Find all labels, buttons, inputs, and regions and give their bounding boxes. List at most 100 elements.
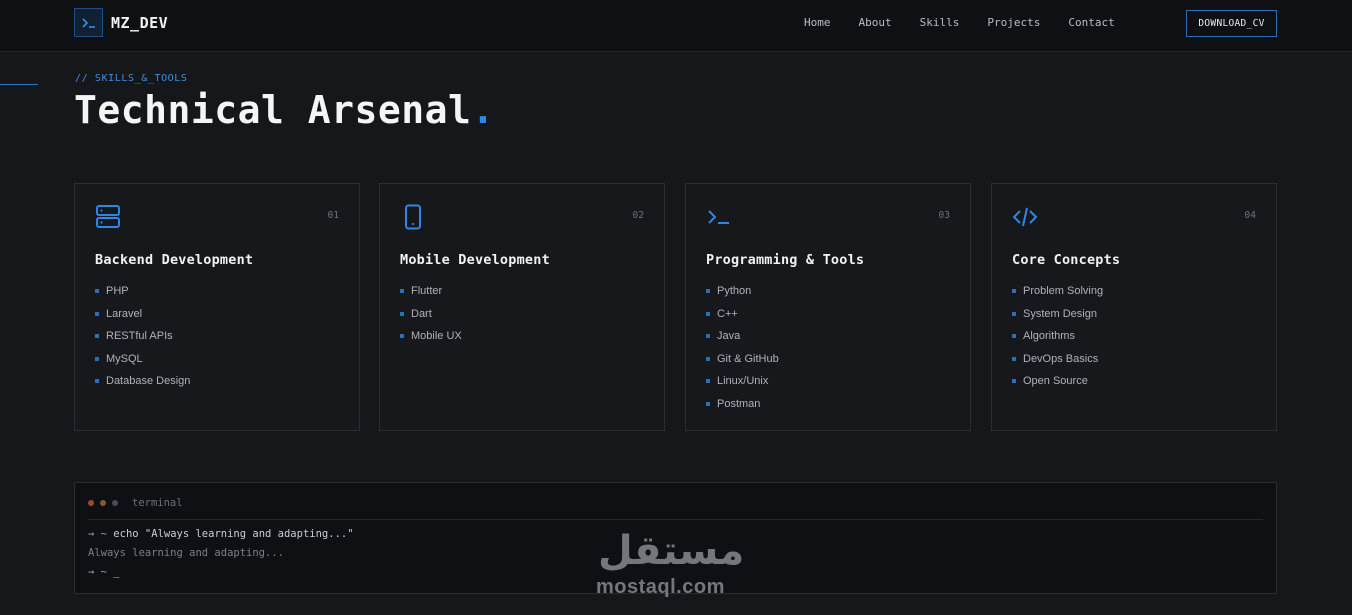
skill-item: Laravel bbox=[95, 308, 190, 331]
skill-label: System Design bbox=[1023, 307, 1097, 320]
skill-label: Algorithms bbox=[1023, 330, 1075, 342]
skill-item: RESTful APIs bbox=[95, 330, 190, 353]
bullet bbox=[400, 311, 404, 316]
bullet bbox=[1012, 334, 1016, 338]
window-dot-yellow bbox=[100, 500, 106, 506]
bullet bbox=[706, 356, 710, 361]
skill-list: Flutter Dart Mobile UX bbox=[400, 285, 462, 353]
skill-list: PHP Laravel RESTful APIs MySQL Database … bbox=[95, 285, 190, 398]
terminal-output: Always learning and adapting... bbox=[88, 547, 284, 559]
bullet bbox=[706, 401, 710, 406]
skill-item: DevOps Basics bbox=[1012, 353, 1103, 376]
skill-label: Dart bbox=[411, 307, 432, 320]
skill-list: Problem Solving System Design Algorithms… bbox=[1012, 285, 1103, 398]
nav-contact-link[interactable]: Contact bbox=[1054, 16, 1128, 29]
skill-item: Linux/Unix bbox=[706, 375, 779, 398]
section-label: // SKILLS_&_TOOLS bbox=[75, 73, 188, 84]
bullet bbox=[95, 356, 99, 361]
skill-label: PHP bbox=[106, 285, 129, 297]
card-title: Backend Development bbox=[95, 252, 254, 268]
logo[interactable]: MZ_DEV bbox=[74, 8, 168, 37]
skill-label: Database Design bbox=[106, 375, 191, 387]
skill-label: Mobile UX bbox=[411, 330, 462, 342]
nav-skills-link[interactable]: Skills bbox=[906, 16, 974, 29]
logo-text: MZ_DEV bbox=[111, 13, 169, 32]
skill-item: Git & GitHub bbox=[706, 353, 779, 376]
skill-item: Database Design bbox=[95, 375, 190, 398]
top-navbar: MZ_DEV Home About Skills Projects Contac… bbox=[0, 0, 1352, 52]
terminal-title: terminal bbox=[132, 497, 183, 509]
skill-label: MySQL bbox=[106, 352, 143, 365]
terminal-prompt: → ~ bbox=[88, 528, 107, 540]
skill-label: Flutter bbox=[411, 285, 443, 297]
bullet bbox=[706, 334, 710, 338]
skills-cards: 01 Backend Development PHP Laravel RESTf… bbox=[74, 183, 1277, 431]
window-dot-gray bbox=[112, 500, 118, 506]
skill-label: Laravel bbox=[106, 307, 143, 320]
skill-card-core-concepts: 04 Core Concepts Problem Solving System … bbox=[991, 183, 1277, 431]
bullet bbox=[95, 334, 99, 338]
skill-item: Algorithms bbox=[1012, 330, 1103, 353]
skill-item: Mobile UX bbox=[400, 330, 462, 353]
skill-label: DevOps Basics bbox=[1023, 352, 1099, 365]
card-number: 02 bbox=[632, 210, 644, 221]
section-side-line bbox=[0, 84, 38, 85]
skill-item: Postman bbox=[706, 398, 779, 421]
skill-label: Postman bbox=[717, 397, 761, 410]
skill-item: PHP bbox=[95, 285, 190, 308]
bullet bbox=[706, 311, 710, 316]
section-title-text: Technical Arsenal bbox=[74, 88, 472, 132]
terminal-prompt: → ~ bbox=[88, 566, 107, 578]
card-title: Core Concepts bbox=[1012, 252, 1121, 268]
skill-item: Java bbox=[706, 330, 779, 353]
bullet bbox=[1012, 311, 1016, 316]
terminal-prompt-icon bbox=[74, 8, 103, 37]
skill-item: C++ bbox=[706, 308, 779, 331]
nav-about-link[interactable]: About bbox=[845, 16, 906, 29]
card-number: 03 bbox=[938, 210, 950, 221]
watermark-latin: mostaql.com bbox=[596, 576, 725, 598]
bullet bbox=[706, 289, 710, 293]
mostaql-watermark: مستقل mostaql.com bbox=[594, 528, 764, 603]
skill-label: RESTful APIs bbox=[106, 330, 173, 342]
terminal-cursor: _ bbox=[113, 566, 120, 578]
skill-item: Flutter bbox=[400, 285, 462, 308]
terminal-command: echo "Always learning and adapting..." bbox=[113, 528, 354, 540]
skill-label: Python bbox=[717, 285, 752, 297]
bullet bbox=[400, 289, 404, 293]
skill-label: Git & GitHub bbox=[717, 352, 779, 365]
skill-item: Dart bbox=[400, 308, 462, 331]
terminal-input-line[interactable]: → ~ _ bbox=[88, 566, 120, 578]
terminal-icon bbox=[706, 204, 732, 230]
bullet bbox=[400, 334, 404, 338]
window-dot-red bbox=[88, 500, 94, 506]
skill-card-programming: 03 Programming & Tools Python C++ Java G… bbox=[685, 183, 971, 431]
card-title: Programming & Tools bbox=[706, 252, 865, 268]
bullet bbox=[95, 289, 99, 293]
skill-card-backend: 01 Backend Development PHP Laravel RESTf… bbox=[74, 183, 360, 431]
code-icon bbox=[1012, 204, 1038, 230]
bullet bbox=[1012, 289, 1016, 293]
skill-item: System Design bbox=[1012, 308, 1103, 331]
bullet bbox=[95, 379, 99, 383]
terminal-header: terminal bbox=[88, 497, 183, 509]
bullet bbox=[1012, 379, 1016, 383]
bullet bbox=[95, 311, 99, 316]
skill-item: Problem Solving bbox=[1012, 285, 1103, 308]
watermark-arabic: مستقل bbox=[598, 529, 745, 573]
skill-label: Open Source bbox=[1023, 375, 1088, 387]
bullet bbox=[1012, 356, 1016, 361]
skill-label: C++ bbox=[717, 307, 738, 320]
skill-label: Problem Solving bbox=[1023, 285, 1104, 297]
server-icon bbox=[95, 204, 121, 230]
skill-label: Linux/Unix bbox=[717, 375, 769, 387]
card-number: 04 bbox=[1244, 210, 1256, 221]
nav-projects-link[interactable]: Projects bbox=[973, 16, 1054, 29]
card-number: 01 bbox=[327, 210, 339, 221]
terminal-divider bbox=[88, 519, 1263, 520]
download-cv-button[interactable]: DOWNLOAD_CV bbox=[1186, 10, 1277, 37]
mobile-phone-icon bbox=[400, 204, 426, 230]
nav-home-link[interactable]: Home bbox=[790, 16, 845, 29]
skill-item: MySQL bbox=[95, 353, 190, 376]
card-title: Mobile Development bbox=[400, 252, 550, 268]
